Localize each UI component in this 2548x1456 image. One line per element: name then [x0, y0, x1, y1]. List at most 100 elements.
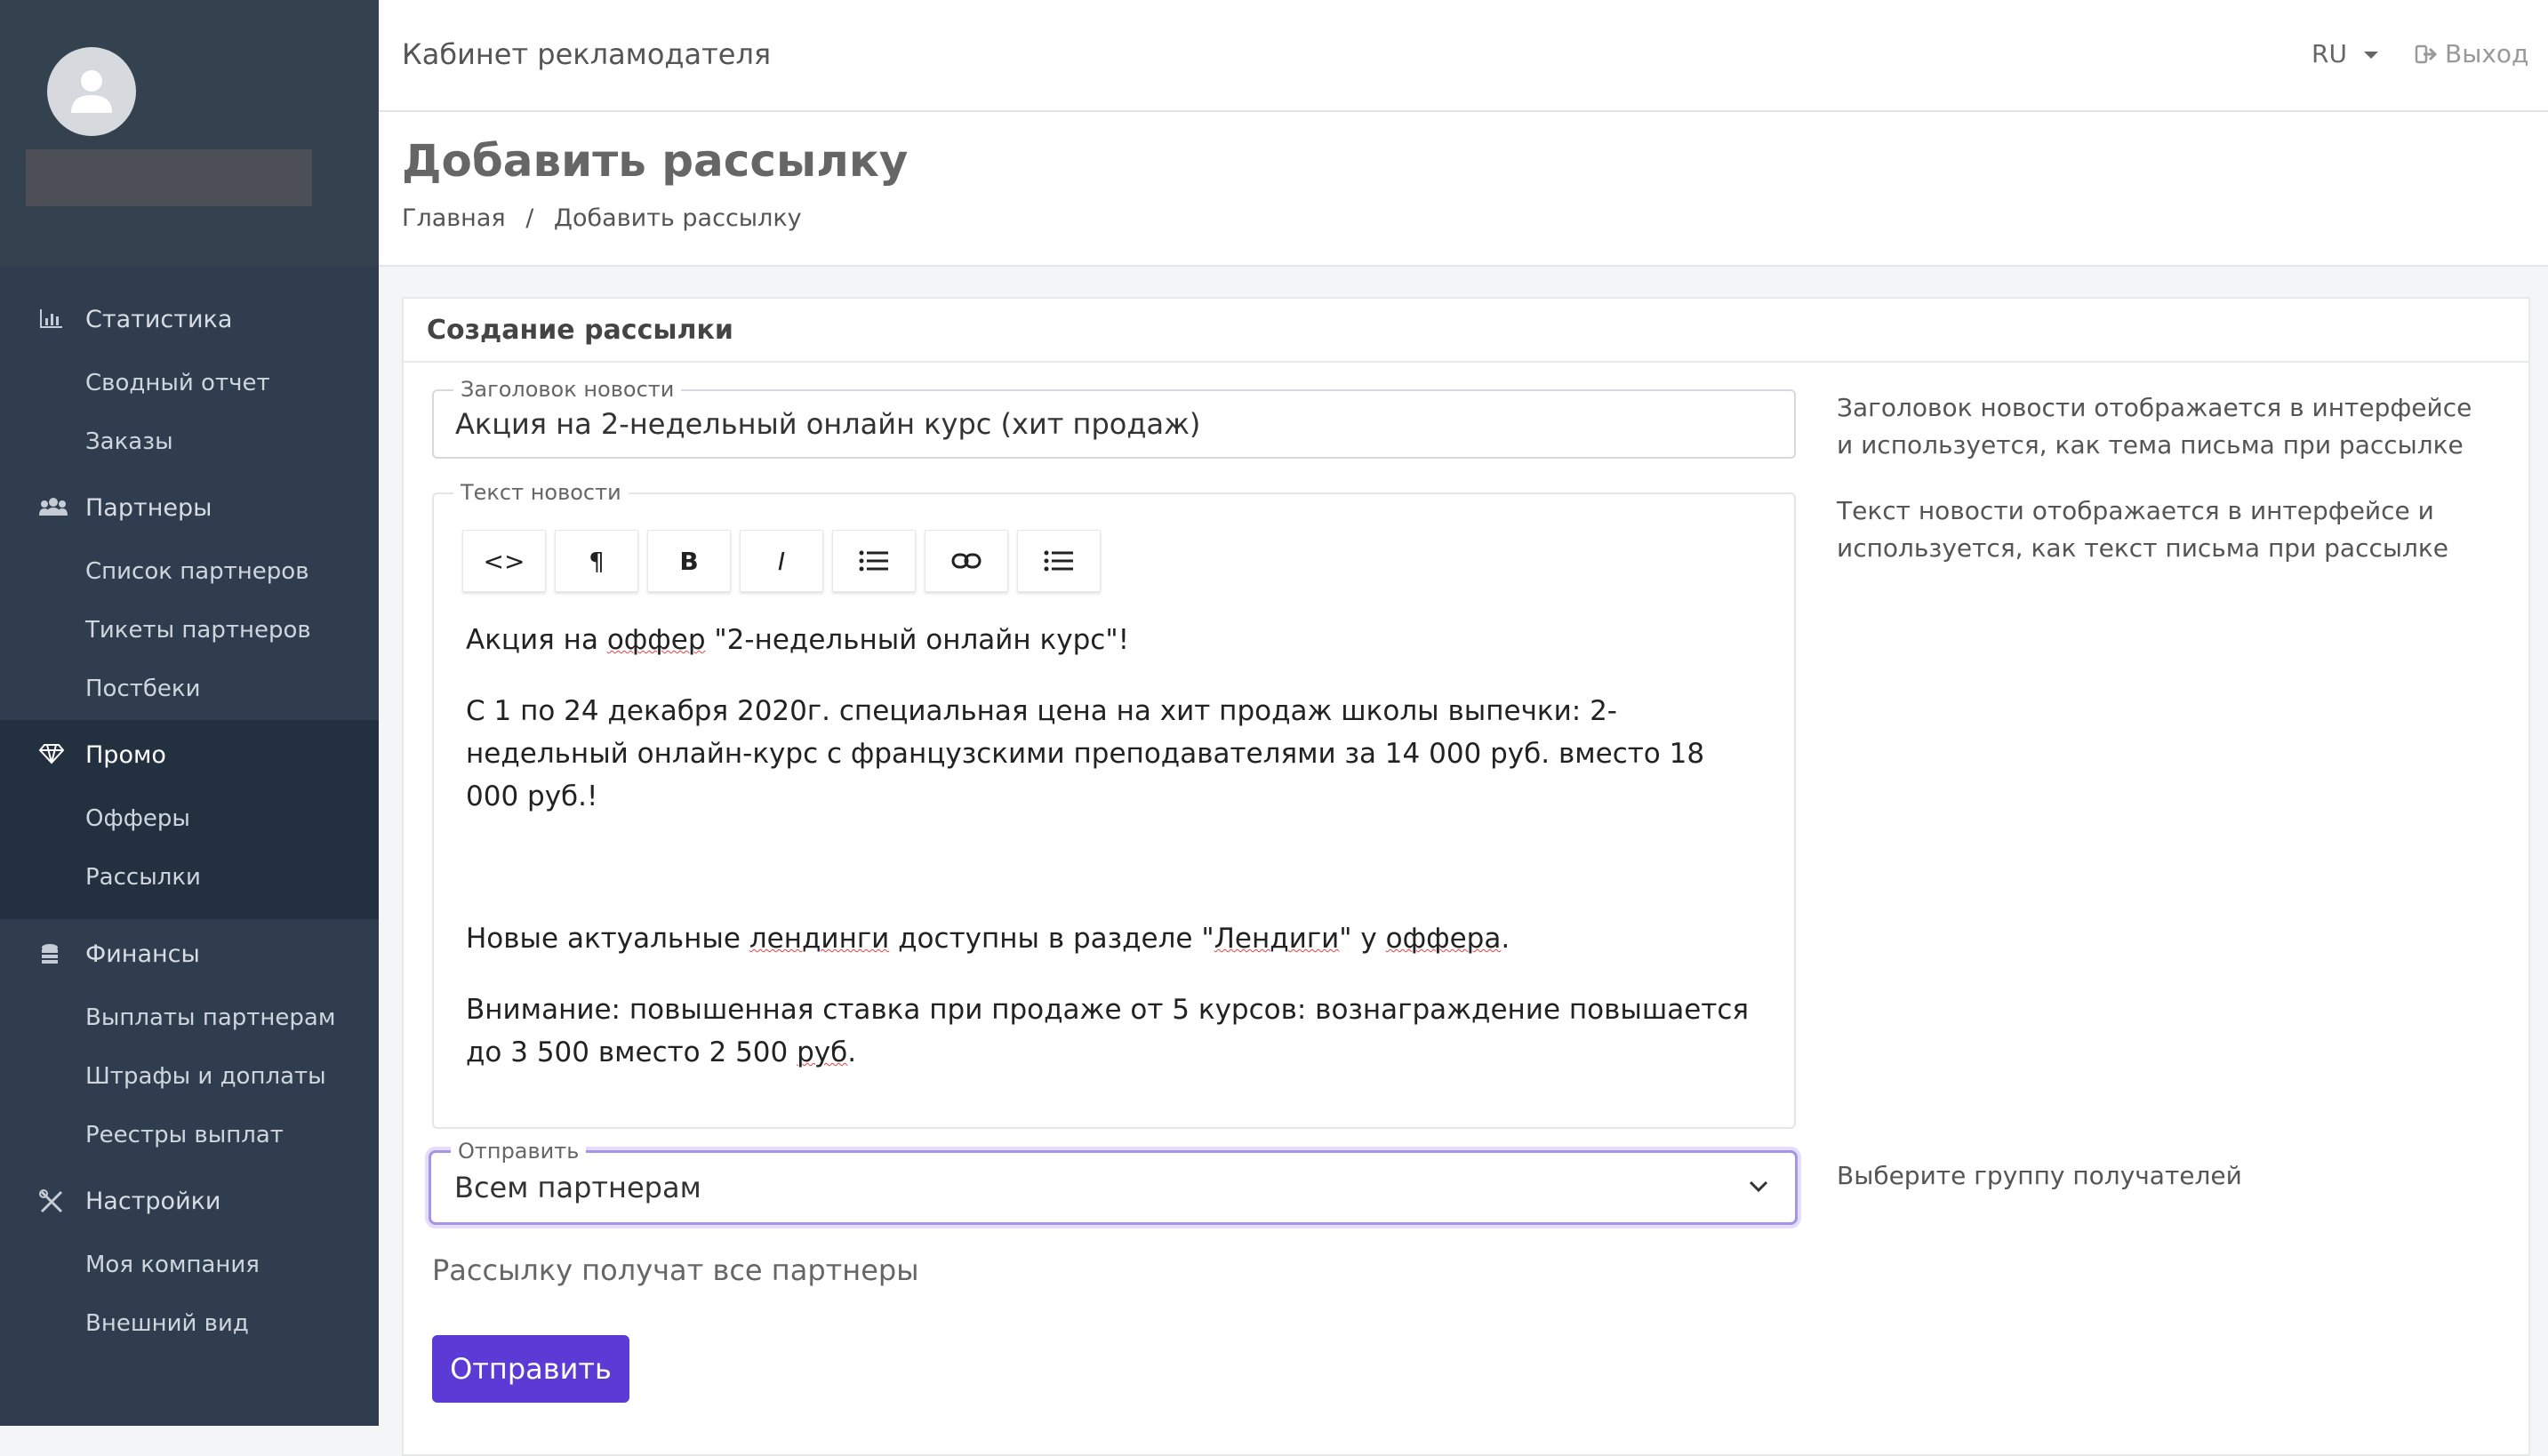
top-bar: Кабинет рекламодателя RU Выход: [379, 0, 2548, 112]
tools-icon: [39, 1189, 68, 1214]
ordered-list-button[interactable]: [1017, 530, 1101, 592]
sidebar-item-postbacks[interactable]: Постбеки: [0, 661, 379, 720]
sidebar-section-promo[interactable]: Промо: [0, 720, 379, 791]
news-title-hint: Заголовок новости отображается в интерфе…: [1837, 393, 2472, 460]
logout-link[interactable]: Выход: [2415, 39, 2528, 68]
sidebar-item-label: Реестры выплат: [85, 1122, 284, 1148]
editor-paragraph: Новые актуальные лендинги доступны в раз…: [466, 917, 1764, 960]
sidebar-section-label: Настройки: [85, 1188, 221, 1215]
bullet-list-button[interactable]: [832, 530, 916, 592]
list-icon: [1044, 550, 1073, 572]
sidebar-nav: Статистика Сводный отчет Заказы Партнеры…: [0, 284, 379, 1355]
editor-paragraph: С 1 по 24 декабря 2020г. специальная цен…: [466, 695, 1705, 812]
recipients-label: Отправить: [451, 1139, 587, 1164]
editor-blank-line: [466, 846, 1764, 917]
coins-icon: [39, 942, 68, 967]
sidebar-item-offers[interactable]: Офферы: [0, 791, 379, 850]
recipients-info: Рассылку получат все партнеры: [432, 1253, 919, 1287]
sidebar-item-label: Офферы: [85, 805, 190, 832]
user-name-placeholder: [26, 149, 312, 206]
code-icon: <>: [483, 546, 525, 576]
misspelled-word: Лендиги: [1214, 923, 1340, 955]
sidebar-item-mailings[interactable]: Рассылки: [0, 850, 379, 908]
sidebar-item-partner-list[interactable]: Список партнеров: [0, 544, 379, 603]
sidebar-item-label: Сводный отчет: [85, 370, 270, 396]
sidebar-item-label: Штрафы и доплаты: [85, 1063, 326, 1090]
users-icon: [39, 496, 68, 521]
sidebar-item-partner-tickets[interactable]: Тикеты партнеров: [0, 603, 379, 661]
bar-chart-icon: [39, 308, 68, 332]
sidebar-item-my-company[interactable]: Моя компания: [0, 1237, 379, 1296]
editor-text: .: [847, 1036, 857, 1068]
editor-text: Новые актуальные: [466, 923, 749, 955]
news-text-label: Текст новости: [453, 480, 629, 505]
breadcrumb-separator: /: [525, 204, 534, 232]
sidebar-item-orders[interactable]: Заказы: [0, 414, 379, 473]
page-header: Добавить рассылку Главная / Добавить рас…: [379, 112, 2548, 267]
sidebar-section-statistics[interactable]: Статистика: [0, 284, 379, 356]
sidebar-item-label: Тикеты партнеров: [85, 617, 311, 644]
diamond-icon: [38, 743, 68, 768]
misspelled-word: лендинги: [749, 923, 890, 955]
news-text-field: Текст новости <> ¶ B I Акция на оффер "2…: [432, 480, 1796, 1129]
paragraph-icon: ¶: [589, 546, 605, 576]
link-button[interactable]: [925, 530, 1008, 592]
sidebar-item-label: Заказы: [85, 428, 173, 455]
breadcrumb-home[interactable]: Главная: [402, 204, 506, 232]
sidebar-item-payout-registers[interactable]: Реестры выплат: [0, 1108, 379, 1166]
bold-icon: B: [679, 546, 699, 576]
sidebar-item-summary-report[interactable]: Сводный отчет: [0, 356, 379, 414]
news-title-field[interactable]: Заголовок новости Акция на 2-недельный о…: [432, 377, 1796, 459]
send-button[interactable]: Отправить: [432, 1335, 629, 1403]
bold-button[interactable]: B: [647, 530, 731, 592]
italic-button[interactable]: I: [740, 530, 823, 592]
sidebar-section-label: Статистика: [85, 306, 233, 333]
language-dropdown[interactable]: RU: [2312, 39, 2378, 68]
sidebar-item-label: Выплаты партнерам: [85, 1004, 336, 1031]
caret-down-icon: [2363, 52, 2378, 59]
sidebar: Статистика Сводный отчет Заказы Партнеры…: [0, 0, 379, 1426]
sidebar-item-label: Рассылки: [85, 864, 201, 891]
paragraph-button[interactable]: ¶: [555, 530, 638, 592]
card-title: Создание рассылки: [427, 315, 733, 346]
link-icon: [951, 553, 982, 569]
rich-text-editor[interactable]: Акция на оффер "2-недельный онлайн курс"…: [466, 619, 1764, 1102]
sidebar-group-promo: Промо Офферы Рассылки: [0, 720, 379, 919]
news-title-value[interactable]: Акция на 2-недельный онлайн курс (хит пр…: [455, 407, 1200, 441]
logout-label: Выход: [2445, 39, 2529, 68]
code-view-button[interactable]: <>: [462, 530, 546, 592]
sidebar-section-settings[interactable]: Настройки: [0, 1166, 379, 1237]
editor-text: Акция на: [466, 624, 607, 656]
sidebar-item-fines-bonuses[interactable]: Штрафы и доплаты: [0, 1049, 379, 1108]
page-title: Добавить рассылку: [402, 135, 909, 187]
sidebar-item-label: Внешний вид: [85, 1310, 249, 1337]
editor-toolbar: <> ¶ B I: [462, 530, 1101, 592]
sidebar-item-partner-payouts[interactable]: Выплаты партнерам: [0, 990, 379, 1049]
sidebar-section-partners[interactable]: Партнеры: [0, 473, 379, 544]
misspelled-word: руб: [797, 1036, 848, 1068]
logout-icon: [2415, 44, 2438, 64]
sidebar-item-appearance[interactable]: Внешний вид: [0, 1296, 379, 1355]
user-icon: [71, 70, 112, 113]
misspelled-word: оффер: [606, 624, 706, 656]
recipients-value: Всем партнерам: [454, 1171, 701, 1204]
language-value: RU: [2312, 39, 2347, 68]
avatar[interactable]: [47, 47, 136, 136]
list-icon: [859, 550, 888, 572]
chevron-down-icon: [1749, 1180, 1768, 1193]
editor-text: .: [1501, 923, 1510, 955]
sidebar-section-finance[interactable]: Финансы: [0, 919, 379, 990]
sidebar-item-label: Моя компания: [85, 1252, 260, 1278]
italic-icon: I: [777, 546, 786, 576]
sidebar-user-panel: [0, 0, 379, 267]
sidebar-section-label: Промо: [85, 741, 166, 769]
news-text-hint: Текст новости отображается в интерфейсе …: [1837, 496, 2449, 563]
editor-text: " у: [1339, 923, 1386, 955]
misspelled-word: оффера: [1385, 923, 1502, 955]
editor-text: Внимание: повышенная ставка при продаже …: [466, 994, 1750, 1068]
sidebar-item-label: Постбеки: [85, 676, 201, 702]
recipients-select[interactable]: Отправить Всем партнерам: [429, 1139, 1798, 1225]
editor-paragraph: Акция на оффер "2-недельный онлайн курс"…: [466, 619, 1764, 661]
sidebar-section-label: Финансы: [85, 940, 200, 968]
editor-text: "2-недельный онлайн курс"!: [705, 624, 1130, 656]
